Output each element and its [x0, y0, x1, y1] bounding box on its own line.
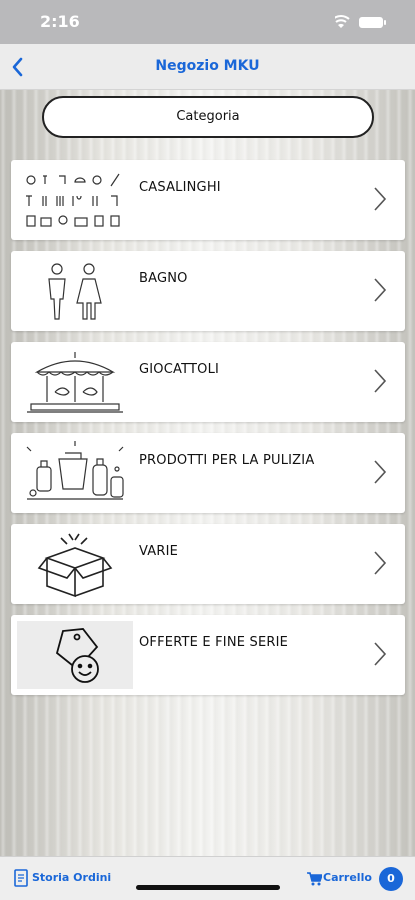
cart-label: Carrello [323, 871, 372, 884]
category-card-giocattoli[interactable]: GIOCATTOLI [11, 342, 405, 422]
navigation-bar: Negozio MKU [0, 44, 415, 90]
carousel-icon [17, 348, 133, 416]
cleaning-products-icon [17, 439, 133, 507]
status-bar: 2:16 [0, 0, 415, 44]
open-box-icon [17, 530, 133, 598]
category-label: BAGNO [139, 271, 188, 286]
document-icon [14, 869, 28, 887]
restroom-icon [17, 257, 133, 325]
chevron-right-icon [374, 369, 387, 393]
category-label: CASALINGHI [139, 180, 221, 195]
category-card-pulizia[interactable]: PRODOTTI PER LA PULIZIA [11, 433, 405, 513]
category-label: VARIE [139, 544, 179, 559]
order-history-label: Storia Ordini [32, 871, 112, 884]
page-title: Negozio MKU [155, 58, 260, 74]
chevron-right-icon [374, 551, 387, 575]
category-list-area: Categoria CASALINGHI BAGNO GIOCATTOLI PR… [0, 90, 415, 856]
home-indicator[interactable] [136, 885, 280, 890]
wifi-battery-icons [335, 15, 386, 28]
status-time: 2:16 [40, 12, 80, 31]
category-header: Categoria [42, 96, 374, 138]
kitchen-tools-icon [17, 166, 133, 234]
tag-smile-icon [17, 621, 133, 689]
category-label: GIOCATTOLI [139, 362, 220, 377]
cart-icon [307, 872, 322, 886]
chevron-right-icon [374, 642, 387, 666]
chevron-right-icon [374, 187, 387, 211]
category-card-casalinghi[interactable]: CASALINGHI [11, 160, 405, 240]
chevron-right-icon [374, 278, 387, 302]
chevron-right-icon [374, 460, 387, 484]
category-label: OFFERTE E FINE SERIE [139, 635, 289, 650]
category-card-offerte[interactable]: OFFERTE E FINE SERIE [11, 615, 405, 695]
category-card-varie[interactable]: VARIE [11, 524, 405, 604]
category-card-bagno[interactable]: BAGNO [11, 251, 405, 331]
bottom-toolbar: Storia Ordini Carrello 0 [0, 856, 415, 900]
cart-count-badge: 0 [379, 867, 403, 891]
cart-button[interactable]: Carrello 0 [307, 867, 403, 891]
category-label: PRODOTTI PER LA PULIZIA [139, 453, 315, 468]
